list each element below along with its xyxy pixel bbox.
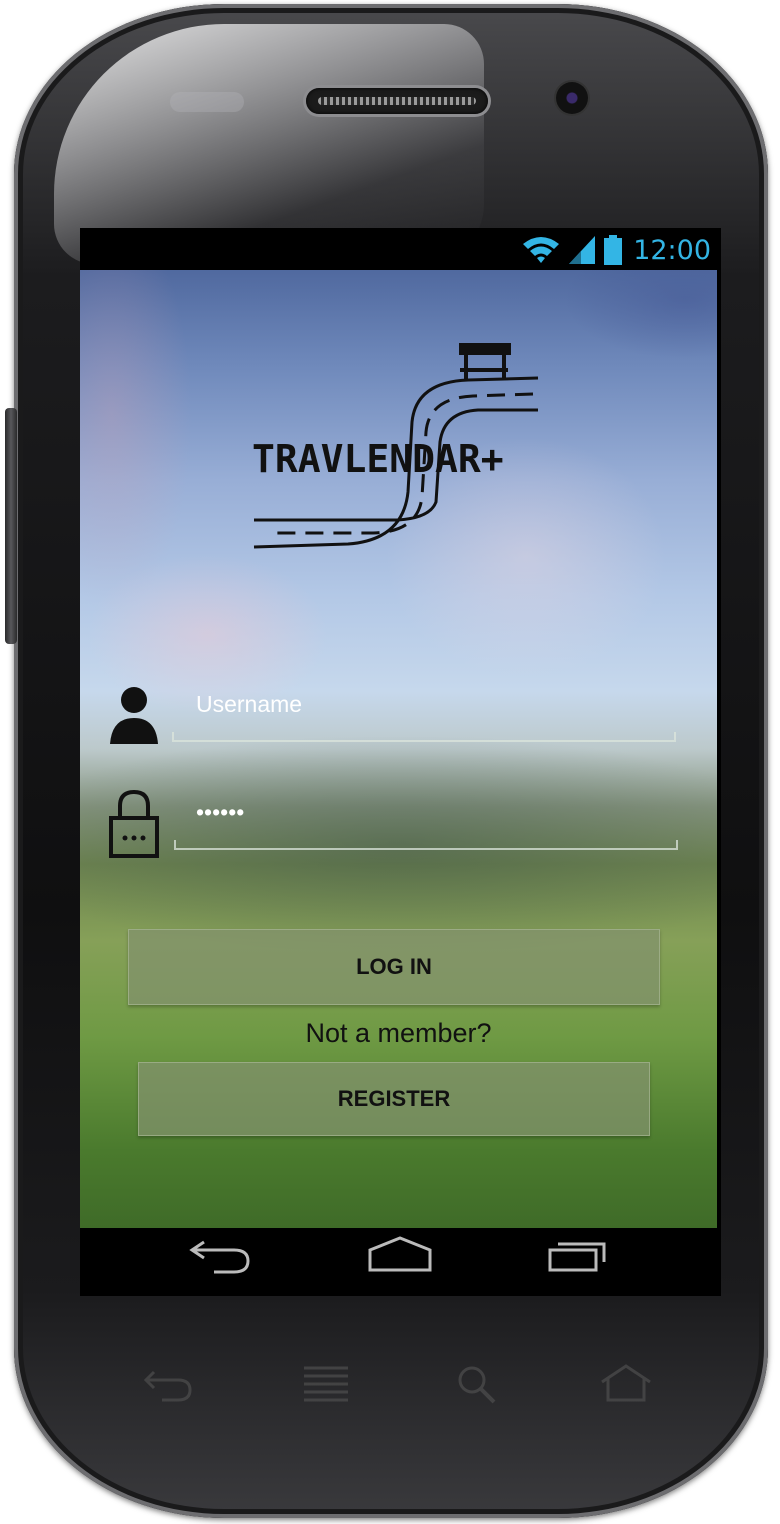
hardware-back-icon[interactable]	[140, 1362, 200, 1408]
screen: 12:00 TRAVLENDAR+ Username •••••• LOG IN…	[80, 228, 721, 1296]
hardware-menu-icon[interactable]	[296, 1362, 356, 1408]
hardware-home-icon[interactable]	[596, 1362, 656, 1408]
password-underline	[174, 840, 678, 850]
battery-icon	[604, 235, 623, 265]
svg-text:TRAVLENDAR+: TRAVLENDAR+	[252, 437, 504, 481]
app-background: TRAVLENDAR+ LOG IN Not a member? REGISTE…	[80, 270, 717, 1228]
front-camera	[556, 82, 588, 114]
username-field[interactable]	[196, 680, 676, 728]
wifi-icon	[523, 237, 560, 263]
user-icon	[110, 687, 158, 744]
hardware-search-icon[interactable]	[448, 1362, 508, 1408]
login-button[interactable]: LOG IN	[128, 929, 660, 1005]
password-row	[108, 788, 688, 858]
password-field[interactable]	[196, 788, 676, 836]
proximity-sensor	[170, 92, 244, 112]
travlendar-logo: TRAVLENDAR+	[252, 343, 539, 549]
earpiece-speaker	[306, 88, 488, 114]
not-member-text: Not a member?	[305, 1018, 492, 1048]
username-row	[108, 680, 688, 750]
navigation-bar	[80, 1228, 721, 1296]
username-underline	[172, 732, 676, 742]
status-bar: 12:00	[80, 228, 721, 270]
side-volume-key	[5, 408, 17, 644]
recent-apps-icon[interactable]	[540, 1232, 620, 1276]
home-icon[interactable]	[360, 1232, 440, 1276]
status-icons: 12:00	[521, 234, 711, 266]
signal-icon	[569, 236, 596, 264]
lock-icon	[109, 789, 159, 858]
status-time: 12:00	[633, 234, 711, 266]
back-icon[interactable]	[184, 1232, 264, 1276]
register-button[interactable]: REGISTER	[138, 1062, 650, 1136]
